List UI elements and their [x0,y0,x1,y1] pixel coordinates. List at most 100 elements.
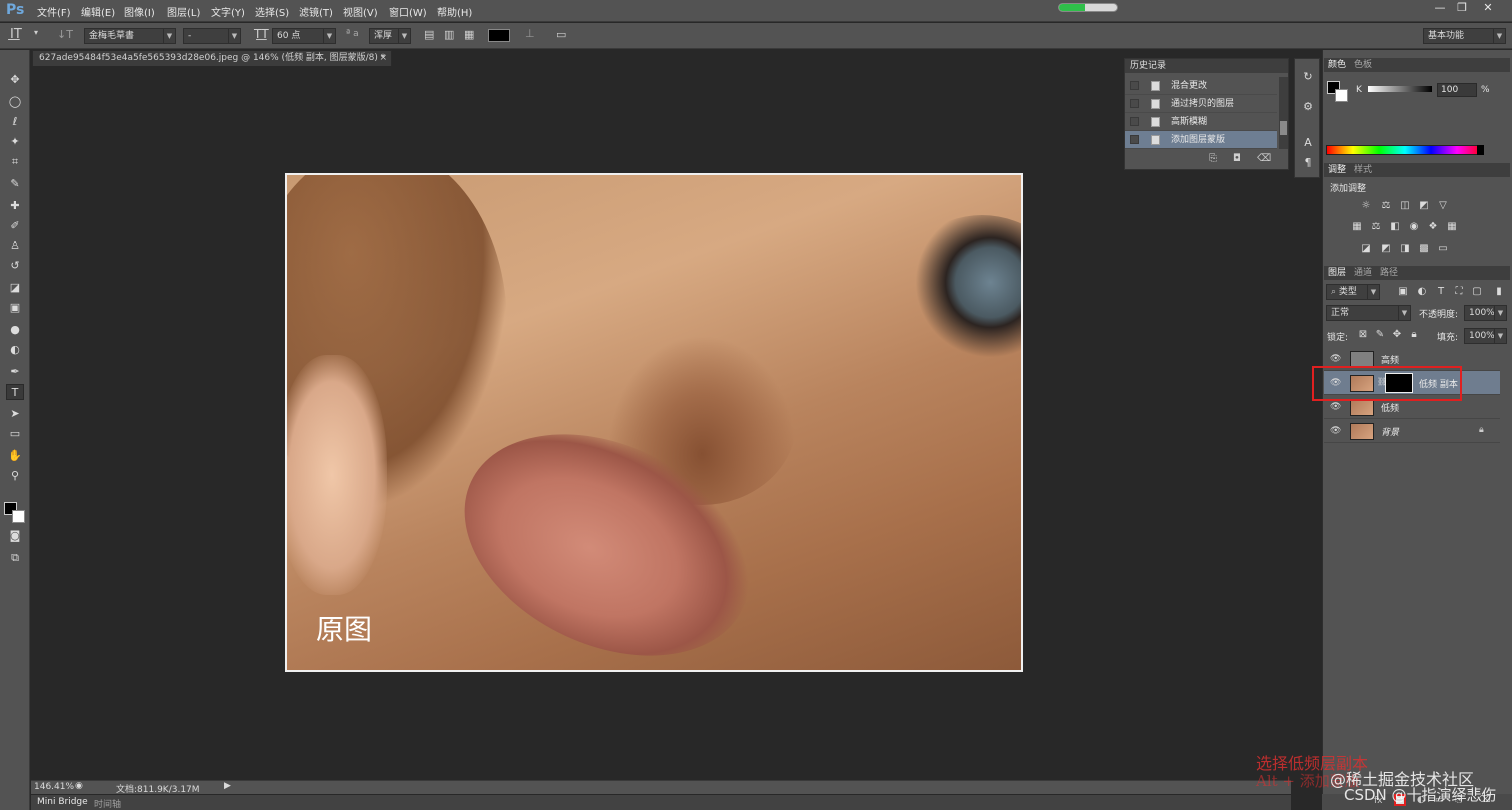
selective-color-icon[interactable]: ▩ [1418,243,1430,255]
move-tool-icon[interactable]: ✥ [6,72,24,88]
filter-smart-icon[interactable]: ▢ [1471,286,1483,298]
k-slider[interactable] [1368,86,1432,92]
text-orientation-icon[interactable]: ↓T [57,28,73,41]
magic-wand-icon[interactable]: ✦ [6,134,24,150]
hand-tool-icon[interactable]: ✋ [6,448,24,464]
filter-pixel-icon[interactable]: ▣ [1397,286,1409,298]
filter-adjustment-icon[interactable]: ◐ [1416,286,1428,298]
align-left-icon[interactable]: ▤ [424,28,434,41]
menu-layer[interactable]: 图层(L) [167,4,200,19]
font-family-select[interactable]: 金梅毛草書 ▼ [84,28,176,44]
blur-tool-icon[interactable]: ● [6,322,24,338]
blend-mode-select[interactable]: 正常 ▼ [1326,305,1411,321]
filter-type-icon[interactable]: T [1435,286,1447,298]
vibrance-icon[interactable]: ▽ [1437,200,1449,212]
paragraph-icon[interactable]: ¶ [1300,155,1316,171]
opacity-input[interactable]: 100% ▼ [1464,305,1507,321]
tab-mini-bridge[interactable]: Mini Bridge [37,797,88,807]
warp-text-icon[interactable]: ⊥ [525,27,535,40]
history-item[interactable]: 混合更改 [1125,77,1277,95]
minimize-button[interactable]: — [1430,1,1450,15]
channel-mixer-icon[interactable]: ❖ [1427,221,1439,233]
tab-styles[interactable]: 样式 [1350,165,1376,175]
curves-icon[interactable]: ◫ [1399,200,1411,212]
background-color-swatch[interactable] [12,510,25,523]
text-tool-icon[interactable]: I͟T [10,27,22,42]
menu-help[interactable]: 帮助(H) [437,4,472,19]
lock-pixels-icon[interactable]: ✎ [1374,329,1386,341]
layer-filter-select[interactable]: ⌕ 类型 ▼ [1326,284,1380,300]
tab-color[interactable]: 颜色 [1324,60,1350,70]
eye-icon[interactable]: 👁︎ [1330,402,1341,412]
history-panel-title[interactable]: 历史记录 [1130,61,1166,71]
document-tab[interactable]: 627ade95484f53e4a5fe565393d28e06.jpeg @ … [32,50,392,66]
filter-shape-icon[interactable]: ⛶ [1453,286,1465,298]
tab-layers[interactable]: 图层 [1324,268,1350,278]
brush-tool-icon[interactable]: ✐ [6,218,24,234]
color-lookup-icon[interactable]: ▦ [1446,221,1458,233]
k-value-input[interactable]: 100 [1437,83,1477,97]
text-color-swatch[interactable] [488,29,510,42]
clone-stamp-icon[interactable]: ♙ [6,238,24,254]
history-scrollbar[interactable] [1279,77,1288,149]
zoom-tool-icon[interactable]: ⚲ [6,468,24,484]
chevron-down-icon[interactable]: ▾ [34,28,38,37]
tool-presets-icon[interactable]: ⚙ [1300,99,1316,115]
menu-view[interactable]: 视图(V) [343,4,378,19]
marquee-tool-icon[interactable]: ◯ [6,94,24,110]
scrollbar-thumb[interactable] [1280,121,1287,135]
character-panel-icon[interactable]: ▭ [556,28,566,41]
screen-mode-icon[interactable]: ⧉ [6,550,24,566]
color-balance-icon[interactable]: ⚖ [1370,221,1382,233]
history-panel-icon[interactable]: ↻ [1300,69,1316,85]
rectangle-tool-icon[interactable]: ▭ [6,426,24,442]
color-spectrum[interactable] [1326,145,1484,155]
zoom-level[interactable]: 146.41% [34,782,74,792]
restore-button[interactable]: ❐ [1452,1,1472,15]
eraser-tool-icon[interactable]: ◪ [6,280,24,296]
quick-mask-icon[interactable]: ◙ [6,528,24,544]
dodge-tool-icon[interactable]: ◐ [6,342,24,358]
lasso-tool-icon[interactable]: ℓ [6,114,24,130]
posterize-icon[interactable]: ◩ [1380,243,1392,255]
history-brush-icon[interactable]: ↺ [6,258,24,274]
eye-icon[interactable]: 👁︎ [1330,354,1341,364]
menu-window[interactable]: 窗口(W) [389,4,427,19]
black-white-icon[interactable]: ◧ [1389,221,1401,233]
invert-icon[interactable]: ◪ [1360,243,1372,255]
delete-icon[interactable]: ⌫ [1257,153,1271,164]
hue-saturation-icon[interactable]: ▦ [1351,221,1363,233]
layer-row[interactable]: 👁︎ 背景 🔒︎ [1324,419,1500,443]
crop-tool-icon[interactable]: ⌗ [6,154,24,170]
tab-timeline[interactable]: 时间轴 [94,797,121,810]
photo-filter-icon[interactable]: ◉ [1408,221,1420,233]
menu-image[interactable]: 图像(I) [124,4,155,19]
path-select-icon[interactable]: ➤ [6,406,24,422]
tab-channels[interactable]: 通道 [1350,268,1376,278]
fill-input[interactable]: 100% ▼ [1464,328,1507,344]
close-button[interactable]: ✕ [1478,1,1498,15]
tab-adjustments[interactable]: 调整 [1324,165,1350,175]
menu-file[interactable]: 文件(F) [37,4,71,19]
spectrum-black[interactable] [1477,145,1484,155]
history-item[interactable]: 高斯模糊 [1125,113,1277,131]
lock-position-icon[interactable]: ✥ [1391,329,1403,341]
color-bg-swatch[interactable] [1335,89,1348,102]
lock-all-icon[interactable]: 🔒︎ [1408,329,1420,341]
history-checkbox[interactable] [1130,99,1139,108]
tab-swatches[interactable]: 色板 [1350,60,1376,70]
export-icon[interactable]: ◉ [75,781,83,791]
workspace-select[interactable]: 基本功能 ▼ [1423,28,1506,44]
history-item[interactable]: 通过拷贝的图层 [1125,95,1277,113]
align-right-icon[interactable]: ▦ [464,28,474,41]
history-checkbox[interactable] [1130,117,1139,126]
antialias-select[interactable]: 浑厚 ▼ [369,28,411,44]
new-document-icon[interactable]: ⎘ [1209,153,1217,164]
play-icon[interactable]: ▶ [224,781,231,791]
tab-paths[interactable]: 路径 [1376,268,1402,278]
font-size-select[interactable]: 60 点 ▼ [272,28,336,44]
eyedropper-icon[interactable]: ✎ [6,176,24,192]
history-checkbox[interactable] [1130,81,1139,90]
pen-tool-icon[interactable]: ✒ [6,364,24,380]
menu-select[interactable]: 选择(S) [255,4,289,19]
